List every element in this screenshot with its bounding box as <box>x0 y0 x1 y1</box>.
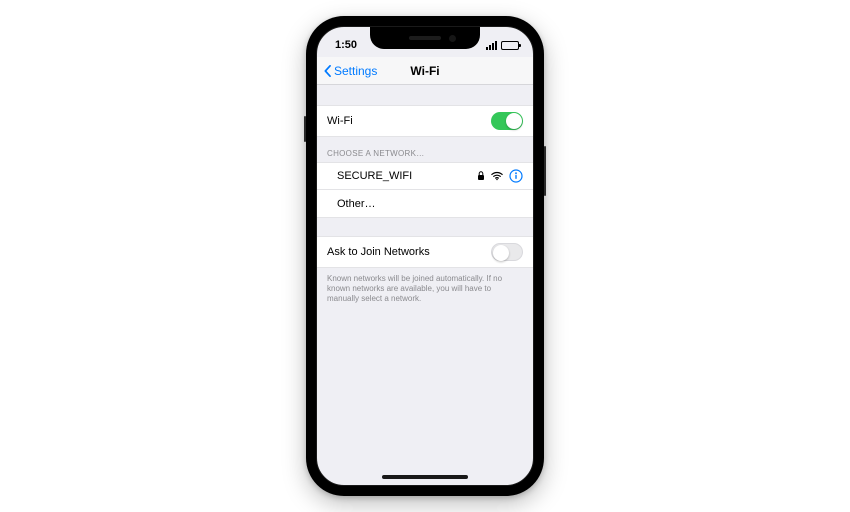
status-time: 1:50 <box>335 39 357 51</box>
battery-icon <box>501 41 519 50</box>
networks-header: CHOOSE A NETWORK… <box>317 137 533 162</box>
wifi-toggle-label: Wi-Fi <box>327 115 491 127</box>
back-button[interactable]: Settings <box>317 64 377 78</box>
ask-to-join-label: Ask to Join Networks <box>327 246 491 258</box>
other-network-label: Other… <box>327 198 523 210</box>
content: Settings Wi-Fi Wi-Fi CHOOSE A NETWORK… S… <box>317 57 533 485</box>
other-network-row[interactable]: Other… <box>317 190 533 218</box>
ask-to-join-row[interactable]: Ask to Join Networks <box>317 236 533 268</box>
info-button[interactable] <box>509 169 523 183</box>
home-indicator[interactable] <box>382 475 468 479</box>
wifi-icon <box>491 171 503 181</box>
ask-to-join-toggle[interactable] <box>491 243 523 261</box>
screen: 1:50 Settings Wi-Fi Wi-Fi <box>316 26 534 486</box>
network-row[interactable]: SECURE_WIFI <box>317 162 533 190</box>
notch <box>370 27 480 49</box>
wifi-toggle[interactable] <box>491 112 523 130</box>
ask-to-join-footer: Known networks will be joined automatica… <box>317 268 533 304</box>
nav-bar: Settings Wi-Fi <box>317 57 533 85</box>
cellular-icon <box>486 41 497 50</box>
lock-icon <box>477 171 485 181</box>
wifi-toggle-row[interactable]: Wi-Fi <box>317 105 533 137</box>
chevron-left-icon <box>323 65 332 77</box>
back-label: Settings <box>334 64 377 78</box>
phone-frame: 1:50 Settings Wi-Fi Wi-Fi <box>306 16 544 496</box>
network-ssid: SECURE_WIFI <box>327 170 477 182</box>
